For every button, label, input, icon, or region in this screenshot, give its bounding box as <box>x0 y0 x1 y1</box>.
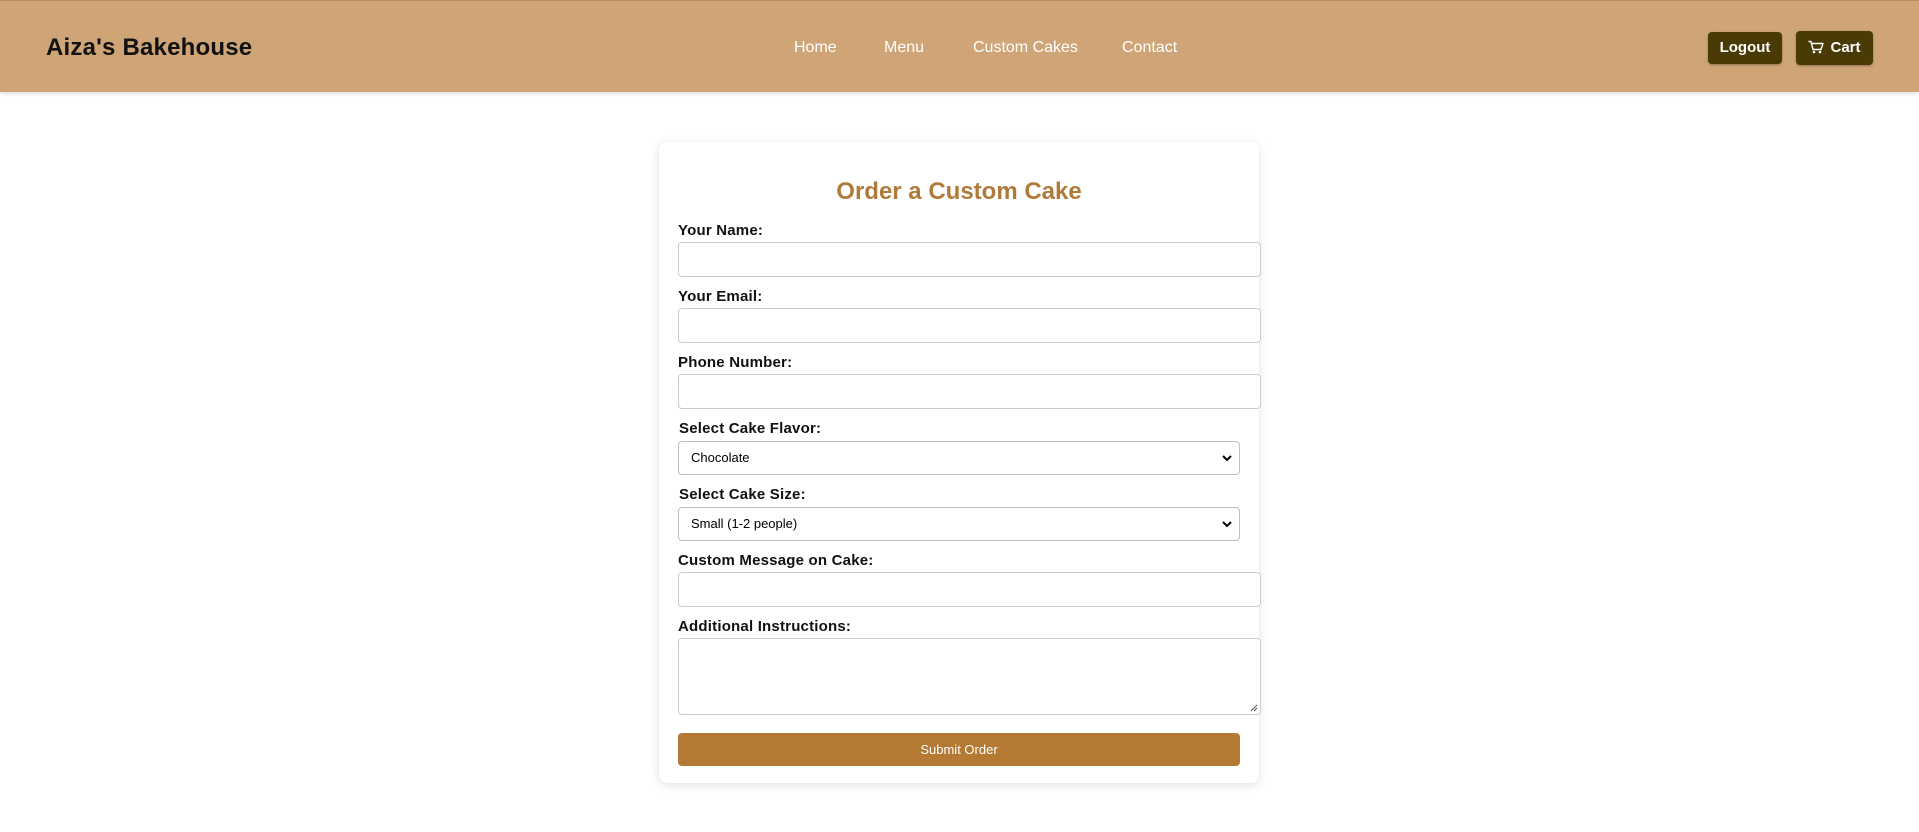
email-label: Your Email: <box>678 288 763 305</box>
nav-custom-cakes[interactable]: Custom Cakes <box>973 39 1078 57</box>
custom-cake-form: Order a Custom Cake Your Name: Your Emai… <box>659 142 1261 783</box>
nav-contact[interactable]: Contact <box>1122 39 1177 57</box>
cake-message-input[interactable] <box>678 572 1261 607</box>
site-header: Aiza's Bakehouse Home Menu Custom Cakes … <box>0 0 1919 92</box>
resize-grip-icon[interactable] <box>1250 704 1258 712</box>
cart-label: Cart <box>1830 39 1861 56</box>
chevron-down-icon <box>1222 455 1232 462</box>
submit-order-button[interactable]: Submit Order <box>678 733 1240 766</box>
flavor-label: Select Cake Flavor: <box>679 420 822 437</box>
phone-label: Phone Number: <box>678 354 793 371</box>
flavor-select[interactable]: Chocolate <box>678 441 1240 475</box>
message-label: Custom Message on Cake: <box>678 552 874 569</box>
shopping-cart-icon <box>1808 40 1825 54</box>
email-input[interactable] <box>678 308 1261 343</box>
phone-input[interactable] <box>678 374 1261 409</box>
name-label: Your Name: <box>678 222 764 239</box>
size-label: Select Cake Size: <box>679 486 806 503</box>
chevron-down-icon <box>1222 521 1232 528</box>
instructions-textarea[interactable] <box>678 638 1261 715</box>
instructions-label: Additional Instructions: <box>678 618 852 635</box>
main-nav: Home Menu Custom Cakes Contact <box>0 39 1919 59</box>
nav-home[interactable]: Home <box>794 39 837 57</box>
flavor-selected-value: Chocolate <box>691 450 750 465</box>
logout-button[interactable]: Logout <box>1708 32 1782 64</box>
name-input[interactable] <box>678 242 1261 277</box>
size-selected-value: Small (1-2 people) <box>691 516 798 531</box>
form-title: Order a Custom Cake <box>836 178 1082 205</box>
size-select[interactable]: Small (1-2 people) <box>678 507 1240 541</box>
cart-button[interactable]: Cart <box>1796 31 1873 65</box>
nav-menu[interactable]: Menu <box>884 39 924 57</box>
